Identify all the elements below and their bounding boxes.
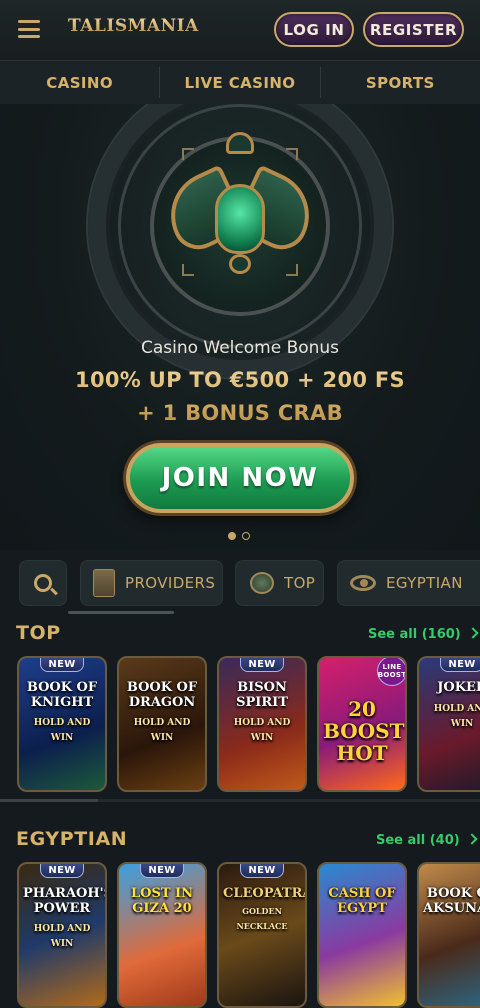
game-subtitle: HOLD AND WIN <box>433 704 480 729</box>
game-subtitle: HOLD AND WIN <box>233 718 291 743</box>
chevron-right-icon <box>467 627 479 639</box>
game-row-top: NEW BOOK OF KNIGHT HOLD AND WIN BOOK OF … <box>0 656 480 796</box>
frame-corner <box>182 264 194 276</box>
frame-corner <box>286 148 298 160</box>
carousel-dot-active[interactable] <box>228 532 236 540</box>
filter-label: PROVIDERS <box>125 574 216 592</box>
frame-corner <box>182 148 194 160</box>
tab-casino[interactable]: CASINO <box>0 61 159 104</box>
see-all-top-link[interactable]: See all (160) <box>368 627 479 642</box>
bonus-title-line1: 100% UP TO €500 + 200 FS <box>75 368 405 392</box>
scarab-icon <box>215 184 265 254</box>
game-tile[interactable]: CASH OF EGYPT <box>317 862 407 1008</box>
bonus-title: 100% UP TO €500 + 200 FS + 1 BONUS CRAB <box>0 364 480 430</box>
see-all-label: See all (160) <box>368 627 461 642</box>
game-subtitle: GOLDEN NECKLACE <box>236 906 288 931</box>
new-badge: NEW <box>240 864 284 878</box>
section-title-top: TOP <box>16 622 61 644</box>
filter-providers[interactable]: PROVIDERS <box>80 560 223 606</box>
game-tile[interactable]: LINE BOOST 20 BOOST HOT <box>317 656 407 792</box>
game-tile[interactable]: NEW LOST IN GIZA 20 <box>117 862 207 1008</box>
bonus-title-line2: + 1 BONUS CRAB <box>137 401 343 425</box>
search-button[interactable] <box>19 560 67 606</box>
game-row-egyptian: NEW PHARAOH'S POWER HOLD AND WIN NEW LOS… <box>0 862 480 1008</box>
section-title-egyptian: EGYPTIAN <box>16 828 128 850</box>
new-badge: NEW <box>440 658 480 672</box>
game-title: BOOK OF AKSUNAM <box>423 886 480 916</box>
filter-label: TOP <box>284 574 316 592</box>
register-button[interactable]: REGISTER <box>363 12 464 47</box>
main-nav: CASINO LIVE CASINO SPORTS <box>0 60 480 104</box>
row-scrollbar[interactable] <box>0 799 98 802</box>
scroll-icon <box>93 569 115 597</box>
game-subtitle: HOLD AND WIN <box>33 924 91 949</box>
game-title: JOKER <box>437 680 480 695</box>
game-tile[interactable]: NEW JOKER HOLD AND WIN <box>417 656 480 792</box>
tab-sports[interactable]: SPORTS <box>321 61 480 104</box>
tab-live-casino[interactable]: LIVE CASINO <box>160 61 319 104</box>
carousel-dot[interactable] <box>242 532 250 540</box>
new-badge: NEW <box>140 864 184 878</box>
game-tile[interactable]: NEW CLEOPATRA GOLDEN NECKLACE <box>217 862 307 1008</box>
game-tile[interactable]: NEW PHARAOH'S POWER HOLD AND WIN <box>17 862 107 1008</box>
new-badge: NEW <box>240 658 284 672</box>
game-title: PHARAOH'S POWER <box>23 886 107 916</box>
game-title: CASH OF EGYPT <box>328 886 396 916</box>
new-badge: NEW <box>40 864 84 878</box>
filter-label: EGYPTIAN <box>386 574 463 592</box>
see-all-label: See all (40) <box>376 833 460 848</box>
carousel-dots <box>228 532 250 540</box>
game-tile[interactable]: BOOK OF DRAGON HOLD AND WIN <box>117 656 207 792</box>
game-tile[interactable]: BOOK OF AKSUNAM <box>417 862 480 1008</box>
brand-logo[interactable]: TALISMANIA <box>68 16 199 36</box>
category-filters: PROVIDERS TOP EGYPTIAN <box>0 560 480 606</box>
game-tile[interactable]: NEW BISON SPIRIT HOLD AND WIN <box>217 656 307 792</box>
game-title: LOST IN GIZA 20 <box>130 886 194 916</box>
hero-banner[interactable]: Casino Welcome Bonus 100% UP TO €500 + 2… <box>0 104 480 550</box>
game-title: BISON SPIRIT <box>236 680 288 710</box>
menu-icon[interactable] <box>18 20 40 38</box>
game-title: BOOK OF KNIGHT <box>26 680 98 710</box>
filter-top[interactable]: TOP <box>235 560 324 606</box>
game-title: CLEOPATRA <box>223 886 307 901</box>
game-subtitle: HOLD AND WIN <box>133 718 191 743</box>
scarab-icon <box>250 572 274 594</box>
see-all-egyptian-link[interactable]: See all (40) <box>376 833 478 848</box>
filters-scrollbar[interactable] <box>68 611 174 614</box>
scarab-head-icon <box>226 132 254 154</box>
game-subtitle: HOLD AND WIN <box>33 718 91 743</box>
top-header: TALISMANIA LOG IN REGISTER <box>0 0 480 60</box>
line-boost-badge: LINE BOOST <box>377 658 405 686</box>
search-icon <box>34 574 52 592</box>
chevron-right-icon <box>466 833 478 845</box>
frame-corner <box>286 264 298 276</box>
eye-of-horus-icon <box>350 575 376 591</box>
game-title: BOOK OF DRAGON <box>126 680 198 710</box>
game-title: 20 BOOST HOT <box>323 697 405 765</box>
bonus-subtitle: Casino Welcome Bonus <box>140 338 340 358</box>
scarab-tail-icon <box>229 254 251 274</box>
row-scroll-track <box>98 799 480 802</box>
login-button[interactable]: LOG IN <box>274 12 354 47</box>
new-badge: NEW <box>40 658 84 672</box>
join-now-button[interactable]: JOIN NOW <box>126 443 354 513</box>
filter-egyptian[interactable]: EGYPTIAN <box>337 560 480 606</box>
game-tile[interactable]: NEW BOOK OF KNIGHT HOLD AND WIN <box>17 656 107 792</box>
